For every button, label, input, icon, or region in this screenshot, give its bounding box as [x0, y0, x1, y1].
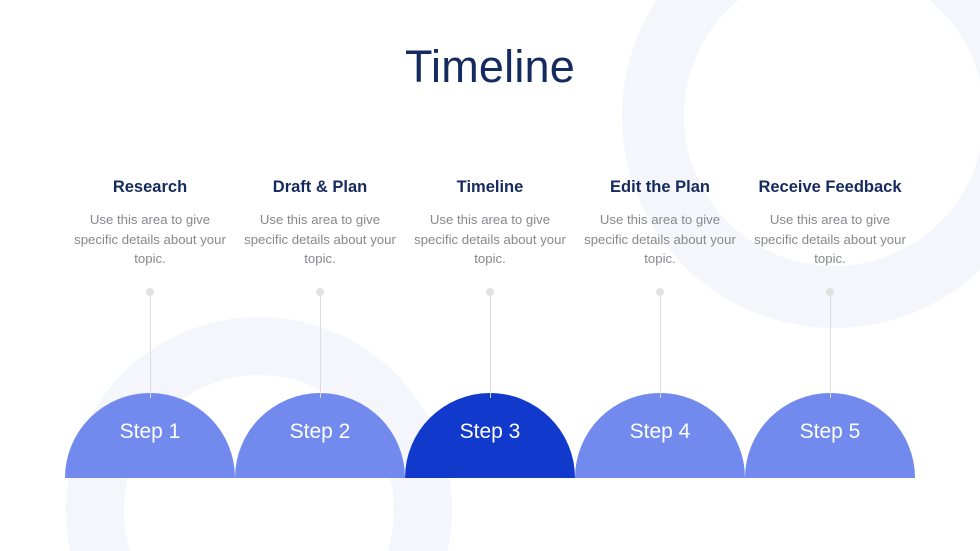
column-description: Use this area to give specific details a…	[584, 212, 736, 266]
timeline-column-5: Receive Feedback Use this area to give s…	[745, 176, 915, 269]
timeline-column-3: Timeline Use this area to give specific …	[405, 176, 575, 269]
column-heading: Draft & Plan	[272, 178, 368, 196]
connector-dot-icon	[486, 288, 494, 296]
connector-4	[575, 288, 745, 398]
connector-dot-icon	[316, 288, 324, 296]
column-heading: Receive Feedback	[758, 178, 902, 196]
connector-dot-icon	[146, 288, 154, 296]
timeline-slide: Timeline Research Use this area to give …	[0, 0, 980, 551]
timeline-column-1: Research Use this area to give specific …	[65, 176, 235, 269]
connector-dot-icon	[826, 288, 834, 296]
column-heading: Edit the Plan	[610, 178, 710, 196]
connector-line	[829, 293, 831, 398]
connector-1	[65, 288, 235, 398]
column-description: Use this area to give specific details a…	[244, 212, 396, 266]
column-heading: Research	[112, 178, 188, 196]
page-title: Timeline	[405, 41, 575, 92]
column-description: Use this area to give specific details a…	[74, 212, 226, 266]
timeline-column-4: Edit the Plan Use this area to give spec…	[575, 176, 745, 269]
connector-5	[745, 288, 915, 398]
connector-line	[659, 293, 661, 398]
connector-3	[405, 288, 575, 398]
column-description: Use this area to give specific details a…	[414, 212, 566, 266]
column-heading: Timeline	[456, 178, 524, 196]
connector-line	[319, 293, 321, 398]
connector-line	[489, 293, 491, 398]
timeline-columns: Research Use this area to give specific …	[65, 176, 915, 269]
timeline-column-2: Draft & Plan Use this area to give speci…	[235, 176, 405, 269]
column-description: Use this area to give specific details a…	[754, 212, 906, 266]
connector-line	[149, 293, 151, 398]
connector-dot-icon	[656, 288, 664, 296]
connector-2	[235, 288, 405, 398]
